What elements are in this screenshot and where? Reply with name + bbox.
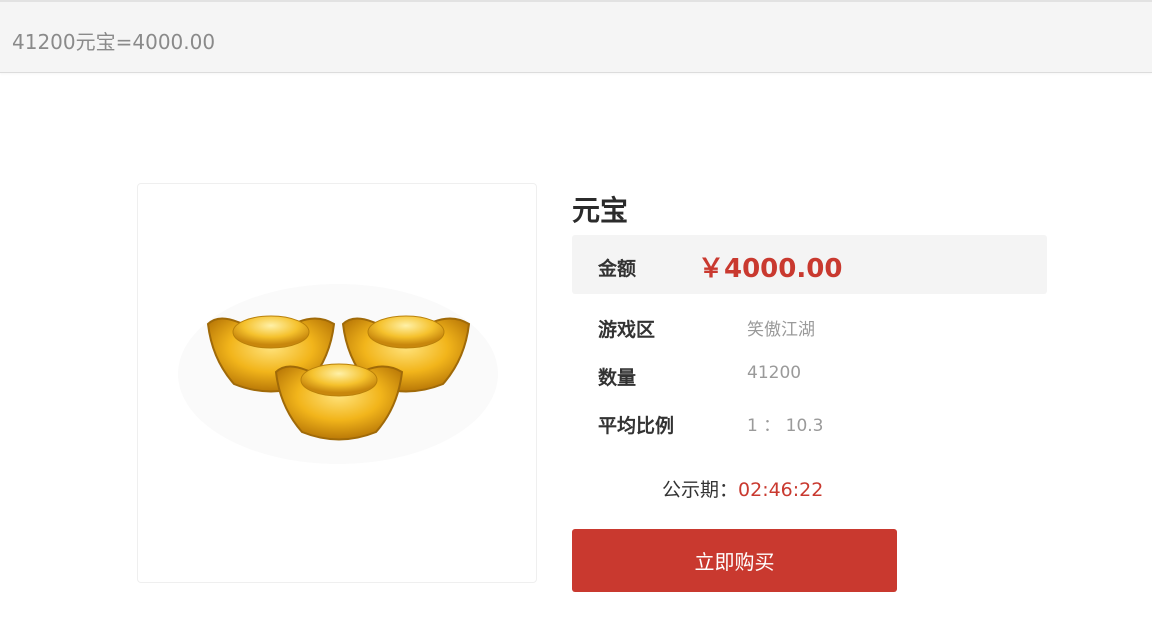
- top-bar: 41200元宝=4000.00: [0, 0, 1152, 73]
- detail-row-quantity: 数量 41200: [598, 363, 1038, 393]
- detail-row-ratio: 平均比例 1 ： 10.3: [598, 411, 1038, 441]
- price-label: 金额: [598, 258, 637, 280]
- period-countdown: 02:46:22: [738, 479, 824, 501]
- price-box: 金额 ￥4000.00: [572, 235, 1047, 294]
- product-image-card: [137, 183, 537, 583]
- detail-row-server: 游戏区 笑傲江湖: [598, 315, 1038, 345]
- detail-value: 笑傲江湖: [747, 320, 815, 340]
- product-name: 元宝: [572, 194, 629, 227]
- gold-ingots-icon: [178, 284, 498, 464]
- publicity-period: 公示期：02:46:22: [662, 475, 823, 502]
- buy-now-button[interactable]: 立即购买: [572, 529, 897, 592]
- detail-value: 1 ： 10.3: [747, 416, 824, 436]
- price-value: ￥4000.00: [698, 254, 843, 284]
- detail-value: 41200: [747, 363, 802, 383]
- detail-key: 平均比例: [598, 415, 675, 437]
- detail-key: 游戏区: [598, 319, 656, 341]
- period-label: 公示期：: [662, 479, 739, 501]
- page-title: 41200元宝=4000.00: [12, 30, 216, 54]
- detail-key: 数量: [598, 367, 637, 389]
